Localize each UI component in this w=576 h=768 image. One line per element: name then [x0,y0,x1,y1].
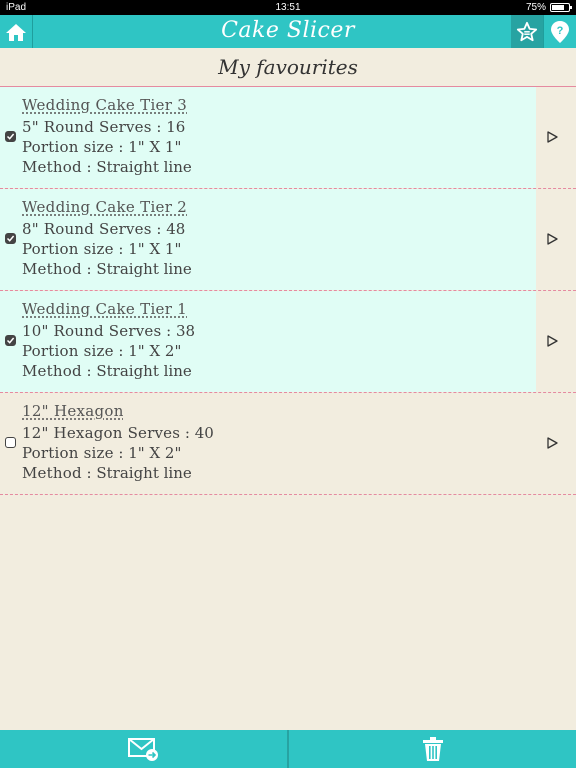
checkmark-icon [6,133,15,140]
email-icon [127,738,158,761]
item-checkbox[interactable] [5,437,16,448]
delete-button[interactable] [289,730,576,768]
item-size-label: 8" Round Serves [22,220,152,238]
item-method-label: Method [22,158,82,176]
list-item[interactable]: Wedding Cake Tier 1 10" Round Serves : 3… [0,291,576,393]
item-method: Straight line [96,158,192,176]
list-item[interactable]: Wedding Cake Tier 3 5" Round Serves : 16… [0,87,576,189]
trash-icon [422,737,443,761]
favourites-list: Wedding Cake Tier 3 5" Round Serves : 16… [0,87,576,495]
item-method-label: Method [22,260,82,278]
item-size-label: 10" Round Serves [22,322,162,340]
svg-text:?: ? [557,25,564,37]
item-serves: 38 [175,322,196,340]
help-icon: ? [551,20,569,43]
favourites-button[interactable] [511,15,543,48]
item-method-label: Method [22,362,82,380]
checkmark-icon [6,235,15,242]
item-method: Straight line [96,362,192,380]
list-item[interactable]: 12" Hexagon 12" Hexagon Serves : 40 Port… [0,393,576,495]
item-title: Wedding Cake Tier 3 [22,96,188,114]
item-portion-label: Portion size [22,342,114,360]
item-portion: 1" X 1" [128,138,182,156]
item-checkbox[interactable] [5,233,16,244]
battery-icon [550,3,572,12]
item-size-label: 12" Hexagon Serves [22,424,181,442]
item-checkbox[interactable] [5,335,16,346]
item-size-label: 5" Round Serves [22,118,152,136]
battery-percent: 75% [525,2,546,13]
item-serves: 16 [166,118,186,136]
item-serves: 48 [166,220,186,238]
battery-indicator: 75% [525,2,572,13]
email-button[interactable] [0,730,287,768]
nav-bar: Cake Slicer ? [0,15,576,48]
item-title: Wedding Cake Tier 2 [22,198,188,216]
play-icon[interactable] [546,233,558,245]
item-title: Wedding Cake Tier 1 [22,300,188,318]
item-method: Straight line [96,464,192,482]
item-portion: 1" X 2" [128,342,182,360]
item-portion: 1" X 1" [128,240,182,258]
status-bar: iPad 13:51 75% [0,0,576,15]
play-icon[interactable] [546,437,558,449]
help-button[interactable]: ? [543,15,576,48]
checkmark-icon [6,337,15,344]
item-method-label: Method [22,464,82,482]
item-portion-label: Portion size [22,138,114,156]
bottom-toolbar [0,730,576,768]
item-title: 12" Hexagon [22,402,124,420]
play-icon[interactable] [546,335,558,347]
star-icon [516,21,538,41]
play-icon[interactable] [546,131,558,143]
item-portion-label: Portion size [22,240,114,258]
item-portion-label: Portion size [22,444,114,462]
list-item[interactable]: Wedding Cake Tier 2 8" Round Serves : 48… [0,189,576,291]
app-title: Cake Slicer [221,18,355,43]
item-method: Straight line [96,260,192,278]
page-title: My favourites [0,48,576,87]
clock: 13:51 [275,2,301,13]
item-checkbox[interactable] [5,131,16,142]
item-serves: 40 [194,424,214,442]
item-portion: 1" X 2" [128,444,182,462]
